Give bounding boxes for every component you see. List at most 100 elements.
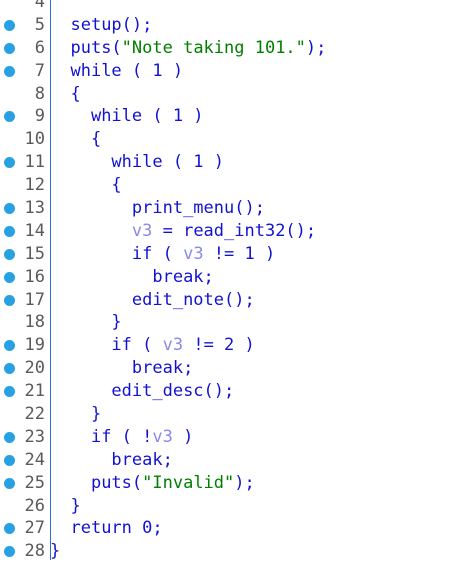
line-number: 27 — [24, 518, 45, 539]
code-token: setup(); — [70, 14, 153, 35]
line-number: 11 — [24, 152, 45, 173]
code-line[interactable]: 17 edit_note(); — [0, 289, 470, 312]
line-number: 5 — [34, 14, 45, 35]
code-text: edit_desc(); — [50, 380, 234, 403]
code-text: } — [50, 311, 121, 334]
breakpoint-dot-icon[interactable] — [4, 477, 15, 489]
variable-token: v3 — [183, 243, 204, 264]
code-line[interactable]: 10 { — [0, 128, 470, 151]
variable-token: v3 — [152, 426, 173, 447]
code-token: while ( 1 ) — [90, 106, 204, 127]
code-token: return 0; — [70, 518, 163, 539]
variable-token: v3 — [131, 220, 153, 241]
breakpoint-dot-icon[interactable] — [4, 42, 15, 54]
breakpoint-dot-icon[interactable] — [4, 111, 15, 123]
code-line[interactable]: 9 while ( 1 ) — [0, 105, 470, 128]
code-line[interactable]: 28} — [0, 540, 470, 563]
code-line[interactable]: 24 break; — [0, 449, 470, 472]
code-token: { — [70, 83, 81, 104]
code-line[interactable]: 12 { — [0, 174, 470, 197]
code-line[interactable]: 25 puts("Invalid"); — [0, 472, 470, 495]
code-token: { — [90, 129, 102, 150]
code-text: } — [50, 540, 60, 563]
breakpoint-dot-icon[interactable] — [4, 65, 15, 77]
code-token: != 1 ) — [203, 243, 276, 264]
line-number: 26 — [24, 495, 45, 516]
line-number: 28 — [24, 541, 45, 562]
line-number: 10 — [24, 129, 45, 150]
code-line[interactable]: 14 v3 = read_int32(); — [0, 220, 470, 243]
code-text: if ( v3 != 1 ) — [50, 243, 275, 266]
breakpoint-dot-icon[interactable] — [4, 523, 15, 535]
breakpoint-dot-icon[interactable] — [4, 19, 15, 31]
breakpoint-dot-icon[interactable] — [4, 546, 15, 558]
breakpoint-dot-icon[interactable] — [4, 294, 15, 306]
code-line[interactable]: 5 setup(); — [0, 14, 470, 37]
code-text: { — [50, 83, 81, 106]
line-number: 23 — [24, 426, 45, 447]
breakpoint-dot-icon[interactable] — [4, 431, 15, 443]
code-line[interactable]: 22 } — [0, 403, 470, 426]
code-text: if ( v3 != 2 ) — [50, 334, 254, 357]
breakpoint-dot-icon[interactable] — [4, 248, 15, 260]
code-token: if ( — [111, 335, 163, 356]
line-number: 7 — [34, 60, 45, 81]
code-line[interactable]: 26 } — [0, 495, 470, 518]
code-line[interactable]: 11 while ( 1 ) — [0, 151, 470, 174]
code-token: break; — [131, 358, 194, 379]
breakpoint-dot-icon[interactable] — [4, 271, 15, 283]
code-line[interactable]: 8 { — [0, 83, 470, 106]
code-text: return 0; — [50, 517, 163, 540]
code-line[interactable]: 13 print_menu(); — [0, 197, 470, 220]
code-token: } — [90, 404, 102, 425]
variable-token: v3 — [162, 335, 184, 356]
code-line[interactable]: 21 edit_desc(); — [0, 380, 470, 403]
breakpoint-dot-icon[interactable] — [4, 157, 15, 169]
code-text: } — [50, 495, 80, 518]
code-line[interactable]: 6 puts("Note taking 101."); — [0, 37, 470, 60]
breakpoint-dot-icon[interactable] — [4, 340, 15, 352]
breakpoint-dot-icon[interactable] — [4, 454, 15, 466]
code-text: v3 = read_int32(); — [50, 220, 316, 243]
code-line[interactable]: 4 — [0, 0, 470, 14]
code-line[interactable]: 23 if ( !v3 ) — [0, 426, 470, 449]
code-token: ); — [234, 472, 255, 493]
line-number: 18 — [24, 312, 45, 333]
line-number: 21 — [24, 381, 45, 402]
code-editor[interactable]: 45 setup(); 6 puts("Note taking 101."); 7 … — [0, 0, 470, 563]
code-text: puts("Invalid"); — [50, 472, 255, 495]
line-number: 19 — [24, 335, 45, 356]
code-token: while ( 1 ) — [111, 152, 225, 173]
line-number: 24 — [24, 449, 45, 470]
code-text: { — [50, 128, 101, 151]
breakpoint-dot-icon[interactable] — [4, 363, 15, 375]
code-line[interactable]: 27 return 0; — [0, 517, 470, 540]
breakpoint-dot-icon[interactable] — [4, 386, 15, 398]
code-text: break; — [50, 357, 193, 380]
code-line[interactable]: 19 if ( v3 != 2 ) — [0, 334, 470, 357]
code-line[interactable]: 15 if ( v3 != 1 ) — [0, 243, 470, 266]
code-text: break; — [50, 266, 213, 289]
code-line[interactable]: 7 while ( 1 ) — [0, 60, 470, 83]
string-literal: "Invalid" — [142, 472, 235, 493]
code-token: } — [50, 541, 61, 562]
code-token: ); — [305, 37, 327, 58]
code-line[interactable]: 20 break; — [0, 357, 470, 380]
code-line[interactable]: 16 break; — [0, 266, 470, 289]
breakpoint-dot-icon[interactable] — [4, 203, 15, 215]
code-line[interactable]: 18 } — [0, 311, 470, 334]
breakpoint-dot-icon[interactable] — [4, 225, 15, 237]
code-token: break; — [111, 449, 173, 470]
code-text: while ( 1 ) — [50, 151, 224, 174]
